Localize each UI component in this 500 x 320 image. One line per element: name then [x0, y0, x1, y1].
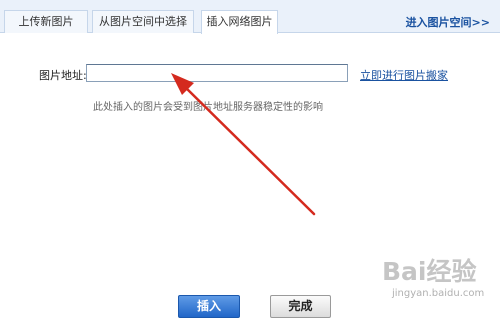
- tab-insert-web-image[interactable]: 插入网络图片: [201, 10, 278, 34]
- baidu-jingyan-watermark: Bai经验 jingyan.baidu.com: [382, 252, 494, 310]
- image-url-input[interactable]: [86, 64, 348, 82]
- move-images-link[interactable]: 立即进行图片搬家: [360, 67, 448, 83]
- annotation-arrow: [171, 73, 316, 216]
- watermark-logo: Bai经验: [382, 257, 477, 286]
- tab-select-from-image-space[interactable]: 从图片空间中选择: [92, 10, 194, 33]
- tab-upload-new-image[interactable]: 上传新图片: [4, 10, 88, 33]
- watermark-url: jingyan.baidu.com: [392, 288, 485, 299]
- image-url-label: 图片地址:: [39, 69, 87, 82]
- stability-hint-text: 此处插入的图片会受到图片地址服务器稳定性的影响: [93, 102, 323, 113]
- done-button[interactable]: 完成: [270, 295, 331, 318]
- insert-button[interactable]: 插入: [178, 295, 240, 318]
- enter-image-space-link[interactable]: 进入图片空间>>: [406, 14, 490, 30]
- tab-bar: 上传新图片 从图片空间中选择 插入网络图片 进入图片空间>>: [0, 0, 500, 34]
